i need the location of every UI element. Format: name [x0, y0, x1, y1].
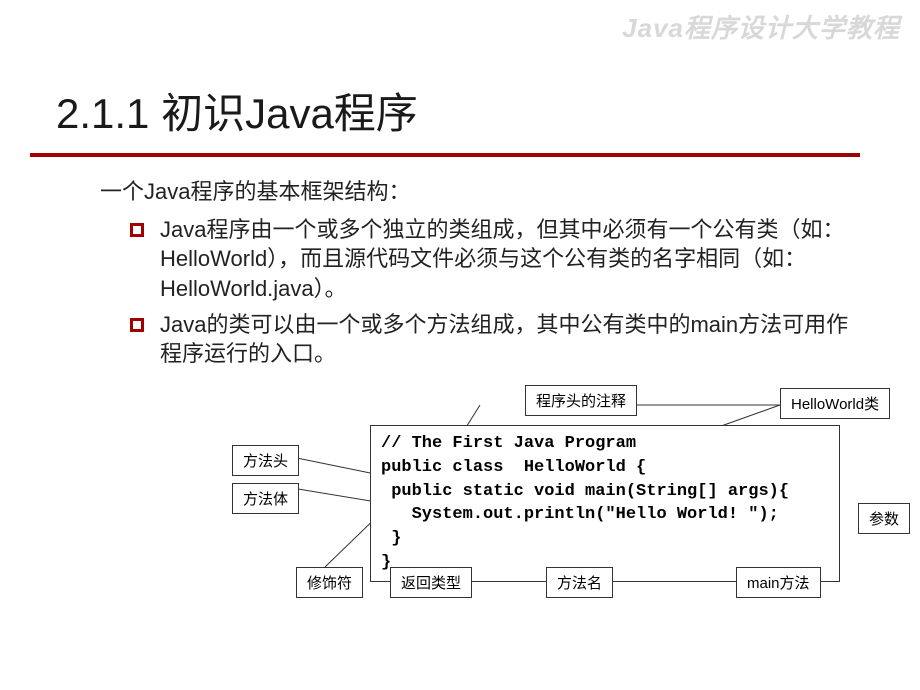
code-line: // The First Java Program [381, 434, 636, 453]
label-class: HelloWorld类 [780, 388, 890, 419]
label-main-method: main方法 [736, 567, 821, 598]
label-comment: 程序头的注释 [525, 385, 637, 416]
code-block: // The First Java Program public class H… [370, 425, 840, 582]
code-line: public class HelloWorld { [381, 458, 646, 477]
bullet-text: Java的类可以由一个或多个方法组成，其中公有类中的main方法可用作程序运行的… [160, 310, 860, 369]
content-area: 一个Java程序的基本框架结构： Java程序由一个或多个独立的类组成，但其中必… [0, 157, 920, 369]
label-param: 参数 [858, 503, 910, 534]
label-method-name: 方法名 [546, 567, 613, 598]
intro-text: 一个Java程序的基本框架结构： [100, 177, 860, 207]
code-diagram: 程序头的注释 HelloWorld类 方法头 方法体 // The First … [0, 375, 920, 685]
list-item: Java的类可以由一个或多个方法组成，其中公有类中的main方法可用作程序运行的… [130, 310, 860, 369]
label-return-type: 返回类型 [390, 567, 472, 598]
bullet-text: Java程序由一个或多个独立的类组成，但其中必须有一个公有类（如：HelloWo… [160, 215, 860, 304]
code-line: } [381, 529, 401, 548]
label-modifier: 修饰符 [296, 567, 363, 598]
list-item: Java程序由一个或多个独立的类组成，但其中必须有一个公有类（如：HelloWo… [130, 215, 860, 304]
code-line: System.out.println("Hello World! "); [381, 505, 779, 524]
label-method-body: 方法体 [232, 483, 299, 514]
watermark-text: Java程序设计大学教程 [622, 8, 900, 45]
code-line: public static void main(String[] args){ [381, 482, 789, 501]
bullet-icon [130, 223, 144, 237]
label-method-head: 方法头 [232, 445, 299, 476]
bullet-icon [130, 318, 144, 332]
